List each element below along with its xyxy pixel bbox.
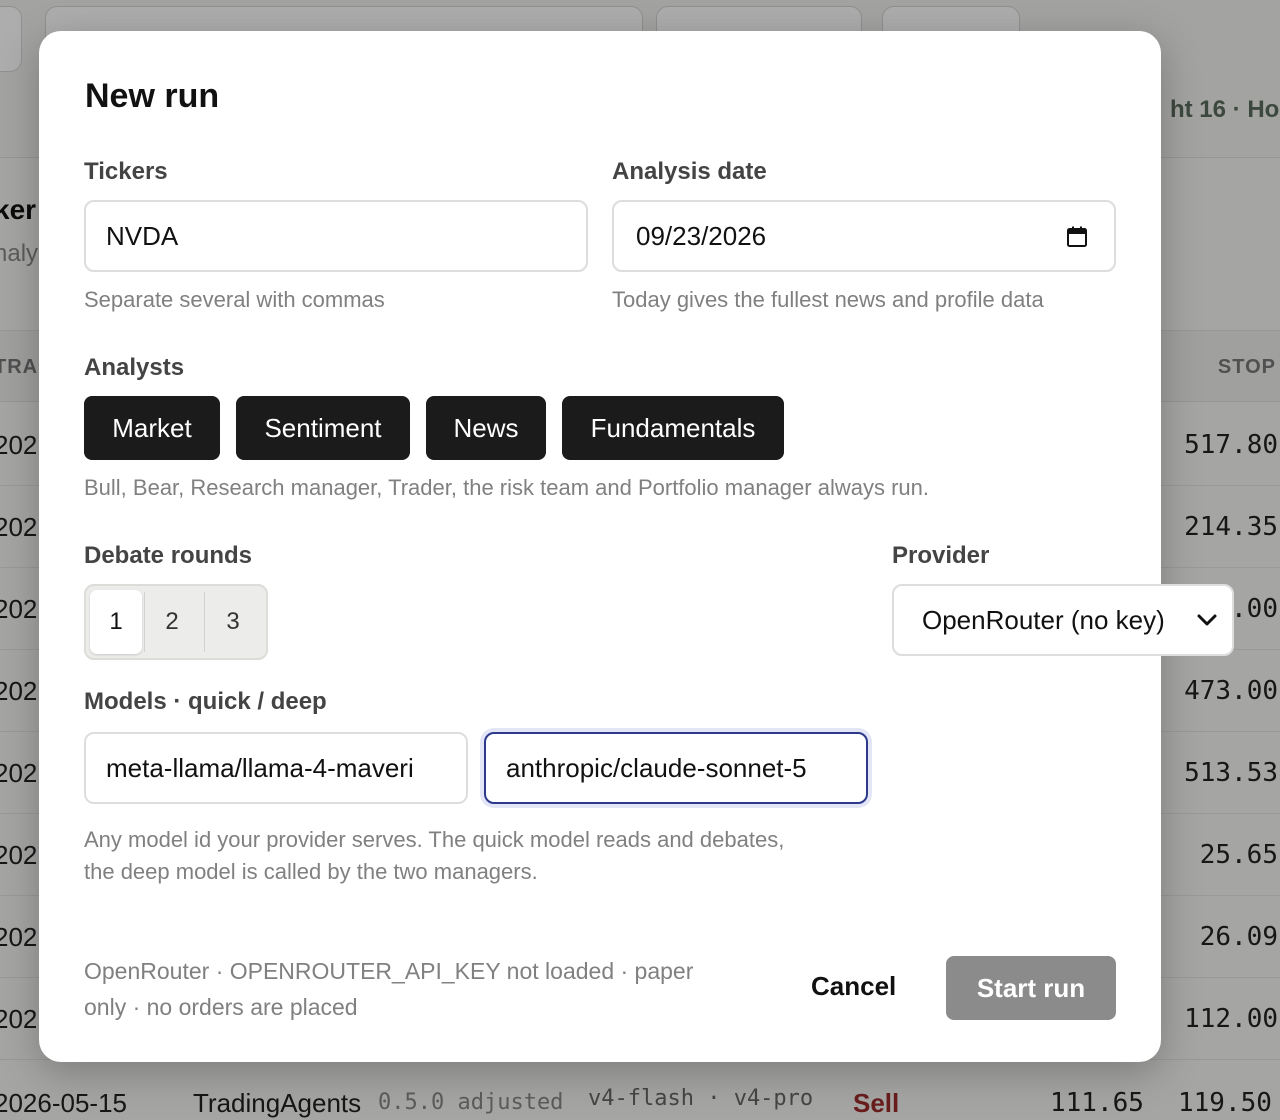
provider-selected-value: OpenRouter (no key): [922, 604, 1165, 635]
analysis-date-hint: Today gives the fullest news and profile…: [612, 287, 1044, 312]
dialog-title: New run: [85, 77, 220, 115]
analyst-chip-fundamentals[interactable]: Fundamentals: [562, 396, 784, 460]
footer-note-line-2: only · no orders are placed: [84, 994, 358, 1020]
quick-model-input[interactable]: meta-llama/llama-4-maveri: [84, 732, 468, 804]
provider-label: Provider: [892, 542, 990, 569]
cancel-button[interactable]: Cancel: [811, 971, 896, 1002]
tickers-label: Tickers: [84, 158, 168, 185]
analyst-chip-market[interactable]: Market: [84, 396, 220, 460]
debate-rounds-label: Debate rounds: [84, 542, 253, 569]
new-run-dialog: New run Tickers NVDA Separate several wi…: [39, 31, 1234, 1062]
analysis-date-label: Analysis date: [612, 158, 767, 185]
analyst-chip-sentiment[interactable]: Sentiment: [236, 396, 410, 460]
analyst-chip-news[interactable]: News: [426, 396, 546, 460]
calendar-icon[interactable]: [1066, 226, 1088, 248]
footer-note: OpenRouter · OPENROUTER_API_KEY not load…: [84, 953, 693, 1025]
deep-model-input[interactable]: anthropic/claude-sonnet-5: [484, 732, 868, 804]
provider-select[interactable]: OpenRouter (no key): [892, 584, 1234, 656]
analysis-date-value: 09/23/2026: [636, 220, 767, 251]
tickers-hint: Separate several with commas: [84, 287, 385, 312]
models-hint-line-1: Any model id your provider serves. The q…: [84, 827, 785, 852]
debate-rounds-selector: 1 2 3: [84, 584, 268, 660]
start-run-button[interactable]: Start run: [946, 956, 1116, 1020]
debate-round-2[interactable]: 2: [146, 590, 198, 654]
footer-note-line-1: OpenRouter · OPENROUTER_API_KEY not load…: [84, 958, 694, 984]
models-hint-line-2: the deep model is called by the two mana…: [84, 859, 538, 884]
tickers-input[interactable]: NVDA: [84, 200, 588, 272]
debate-round-3[interactable]: 3: [207, 590, 259, 654]
models-label: Models · quick / deep: [84, 688, 327, 715]
chevron-down-icon: [1197, 614, 1217, 626]
debate-round-1[interactable]: 1: [90, 590, 142, 654]
analysis-date-input[interactable]: 09/23/2026: [612, 200, 1116, 272]
analysts-hint: Bull, Bear, Research manager, Trader, th…: [84, 475, 929, 500]
analysts-label: Analysts: [84, 354, 185, 381]
